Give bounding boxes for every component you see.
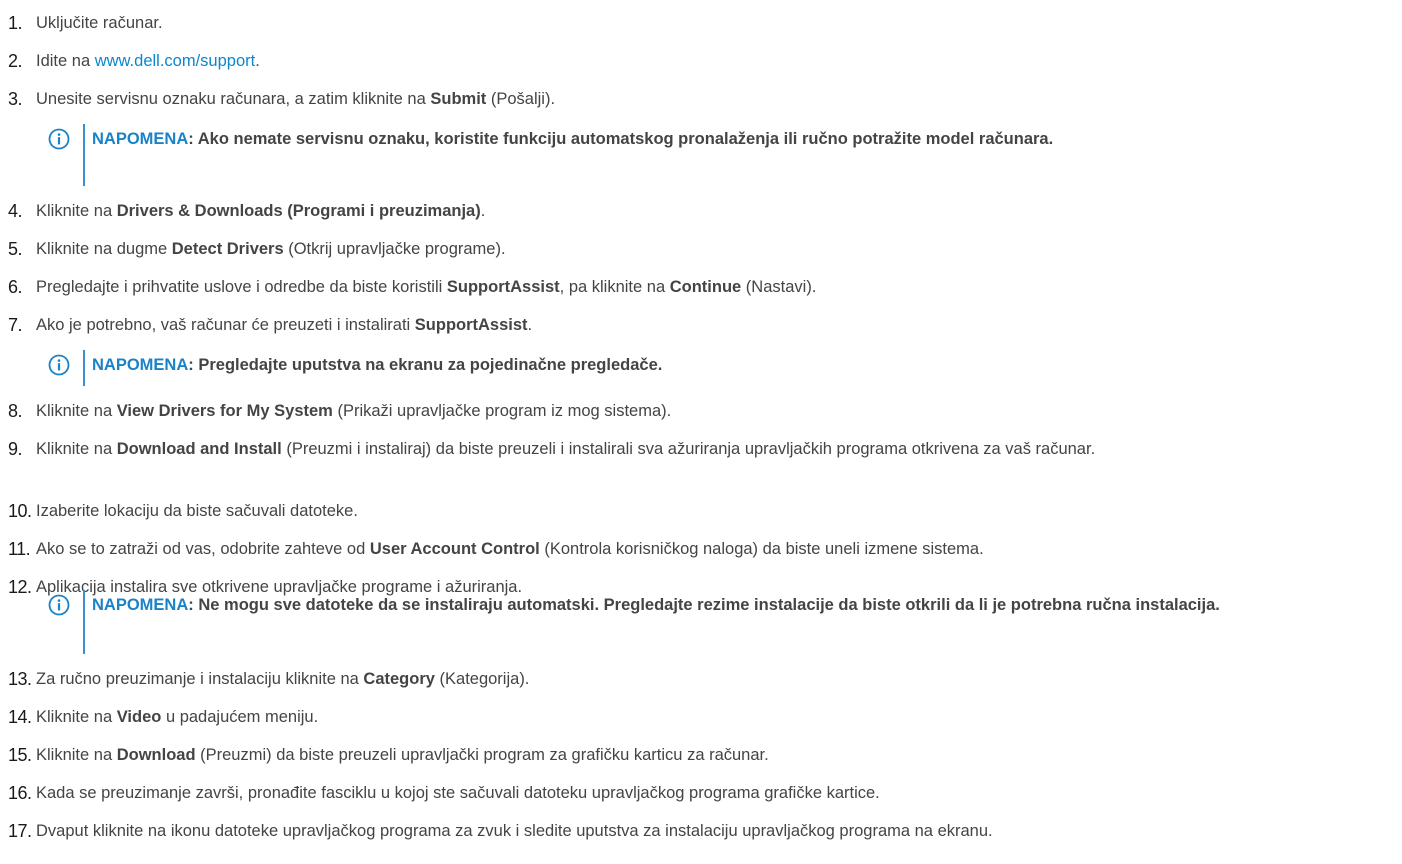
step-text-segment: (Nastavi). <box>741 278 817 296</box>
ui-term: View Drivers for My System <box>116 402 333 420</box>
step-text-segment: Kliknite na <box>36 746 117 764</box>
step-text-segment: Kliknite na <box>36 708 117 726</box>
step-text-segment: Pregledajte i prihvatite uslove i odredb… <box>36 278 447 296</box>
note-box: NAPOMENA: Ne mogu sve datoteke da se ins… <box>48 590 1398 654</box>
step-text-segment: (Otkrij upravljačke programe). <box>283 240 506 258</box>
note-label: NAPOMENA <box>92 356 189 374</box>
ui-term: Submit <box>430 90 487 108</box>
step-number: 4. <box>8 201 23 221</box>
step-number: 2. <box>8 51 23 71</box>
note-text: NAPOMENA: Ako nemate servisnu oznaku, ko… <box>92 124 1398 154</box>
step-text: Izaberite lokaciju da biste sačuvali dat… <box>36 498 358 524</box>
ui-term: Category <box>363 670 435 688</box>
ui-term: Download and Install <box>116 440 282 458</box>
step-text-segment: Kliknite na <box>36 202 117 220</box>
step-number: 7. <box>8 315 23 335</box>
note-label: NAPOMENA <box>92 596 189 614</box>
step-text-segment: Ako se to zatraži od vas, odobrite zahte… <box>36 540 370 558</box>
step-text-segment: Za ručno preuzimanje i instalaciju klikn… <box>36 670 364 688</box>
step-number: 17. <box>8 821 32 841</box>
note-body: : Ako nemate servisnu oznaku, koristite … <box>188 130 1054 148</box>
step-number: 15. <box>8 745 32 765</box>
note-label: NAPOMENA <box>92 130 189 148</box>
step-text-segment: . <box>527 316 533 334</box>
step-text-segment: , pa kliknite na <box>559 278 670 296</box>
step-text-segment: Kliknite na <box>36 402 117 420</box>
step-text-segment: Unesite servisnu oznaku računara, a zati… <box>36 90 431 108</box>
step-number: 16. <box>8 783 32 803</box>
step-text-segment: . <box>255 52 260 70</box>
info-circle-icon <box>48 128 70 150</box>
step-text: Kliknite na Download (Preuzmi) da biste … <box>36 742 769 768</box>
step-text-segment: Kada se preuzimanje završi, pronađite fa… <box>36 784 880 802</box>
step-text: Za ručno preuzimanje i instalaciju klikn… <box>36 666 529 692</box>
step-text-segment: . <box>480 202 486 220</box>
step-text: Kada se preuzimanje završi, pronađite fa… <box>36 780 880 806</box>
step-number: 11. <box>8 539 31 559</box>
ui-term: Continue <box>669 278 742 296</box>
step-number: 3. <box>8 89 23 109</box>
step-text-segment: Dvaput kliknite na ikonu datoteke upravl… <box>36 822 993 840</box>
step-text-segment: Uključite računar. <box>36 14 163 32</box>
step-text-segment: Ako je potrebno, vaš računar će preuzeti… <box>36 316 415 334</box>
step-number: 13. <box>8 669 32 689</box>
step-number: 12. <box>8 577 32 597</box>
step-text-segment: (Kategorija). <box>434 670 530 688</box>
step-text: Kliknite na Drivers & Downloads (Program… <box>36 198 485 224</box>
step-text: Kliknite na Video u padajućem meniju. <box>36 704 318 730</box>
ui-term: User Account Control <box>369 540 540 558</box>
support-link[interactable]: www.dell.com/support <box>95 52 255 70</box>
info-circle-icon <box>48 594 70 616</box>
step-number: 9. <box>8 439 23 459</box>
step-text: Ako se to zatraži od vas, odobrite zahte… <box>36 536 984 562</box>
note-body: : Pregledajte uputstva na ekranu za poje… <box>188 356 663 374</box>
info-circle-icon <box>48 354 70 376</box>
ui-term: Detect Drivers <box>171 240 284 258</box>
ui-term: SupportAssist <box>414 316 528 334</box>
step-text-segment: (Prikaži upravljačke program iz mog sist… <box>332 402 672 420</box>
ui-term: Download <box>116 746 196 764</box>
ui-term: Drivers & Downloads (Programi i preuzima… <box>116 202 481 220</box>
step-number: 14. <box>8 707 32 727</box>
note-body: : Ne mogu sve datoteke da se instaliraju… <box>188 596 1220 614</box>
step-text-segment: Kliknite na dugme <box>36 240 172 258</box>
note-divider <box>83 350 85 386</box>
step-text: Dvaput kliknite na ikonu datoteke upravl… <box>36 818 993 844</box>
step-text: Unesite servisnu oznaku računara, a zati… <box>36 86 555 112</box>
step-text-segment: u padajućem meniju. <box>161 708 319 726</box>
step-text: Ako je potrebno, vaš računar će preuzeti… <box>36 312 532 338</box>
note-text: NAPOMENA: Ne mogu sve datoteke da se ins… <box>92 590 1398 620</box>
step-text: Uključite računar. <box>36 10 163 36</box>
step-text: Idite na www.dell.com/support. <box>36 48 260 74</box>
step-number: 1. <box>8 13 23 33</box>
step-text: Kliknite na View Drivers for My System (… <box>36 398 671 424</box>
step-number: 6. <box>8 277 23 297</box>
note-divider <box>83 590 85 654</box>
step-text-segment: (Pošalji). <box>486 90 556 108</box>
step-text-segment: (Preuzmi) da biste preuzeli upravljački … <box>195 746 769 764</box>
step-text: Pregledajte i prihvatite uslove i odredb… <box>36 274 816 300</box>
note-box: NAPOMENA: Ako nemate servisnu oznaku, ko… <box>48 124 1398 186</box>
step-number: 10. <box>8 501 32 521</box>
note-box: NAPOMENA: Pregledajte uputstva na ekranu… <box>48 350 1398 386</box>
step-number: 5. <box>8 239 23 259</box>
step-text-segment: Idite na <box>36 52 95 70</box>
instructions-document: 1. Uključite računar. 2. Idite na www.dell.… <box>0 0 1402 864</box>
note-divider <box>83 124 85 186</box>
step-text-segment: Izaberite lokaciju da biste sačuvali dat… <box>36 502 358 520</box>
step-text-segment: (Preuzmi i instaliraj) da biste preuzeli… <box>281 440 1096 458</box>
step-text-segment: Kliknite na <box>36 440 117 458</box>
step-number: 8. <box>8 401 23 421</box>
step-text-segment: (Kontrola korisničkog naloga) da biste u… <box>539 540 984 558</box>
ui-term: SupportAssist <box>446 278 560 296</box>
step-text: Kliknite na dugme Detect Drivers (Otkrij… <box>36 236 506 262</box>
note-text: NAPOMENA: Pregledajte uputstva na ekranu… <box>92 350 1398 380</box>
step-text: Kliknite na Download and Install (Preuzm… <box>36 436 1398 462</box>
ui-term: Video <box>116 708 162 726</box>
